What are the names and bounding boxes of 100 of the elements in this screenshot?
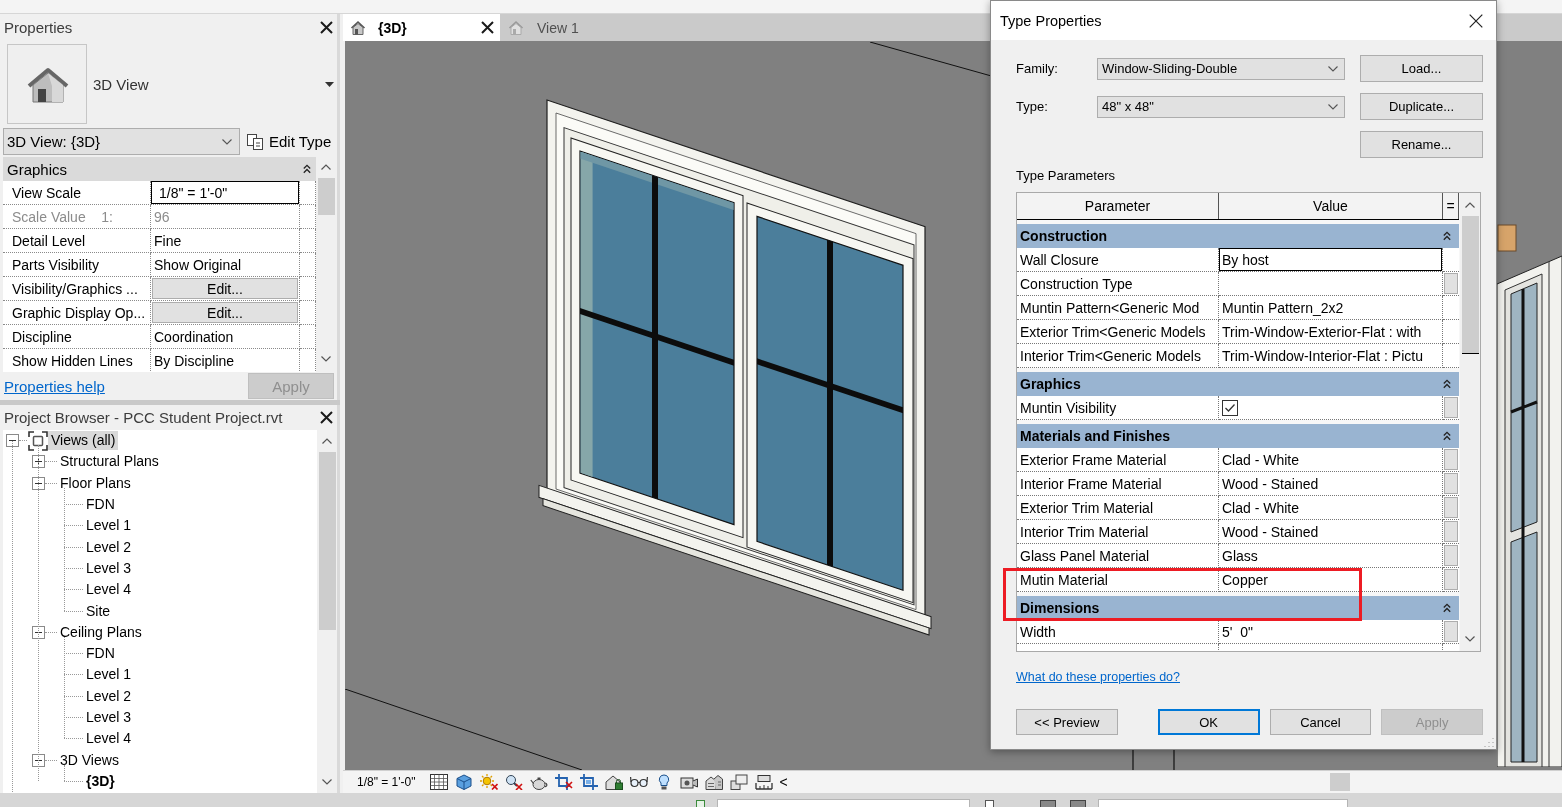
tree-item[interactable]: Level 3 <box>83 558 135 578</box>
status-field[interactable] <box>717 799 970 807</box>
help-link[interactable]: Properties help <box>4 377 105 395</box>
double-chevron-up-icon[interactable] <box>1443 431 1451 441</box>
property-name: Graphic Display Op... <box>3 301 151 325</box>
double-chevron-up-icon[interactable] <box>1443 603 1451 613</box>
edit-button[interactable]: Edit... <box>152 302 298 323</box>
edit-button[interactable]: Edit... <box>152 278 298 299</box>
section-label: Type Parameters <box>1016 169 1115 183</box>
status-field[interactable] <box>1098 799 1348 807</box>
window-icon[interactable] <box>1040 800 1056 807</box>
tree-item[interactable]: Level 1 <box>83 516 135 536</box>
tree-item[interactable]: Structural Plans <box>57 452 162 472</box>
tree-item[interactable]: Site <box>83 601 114 621</box>
close-icon[interactable] <box>320 411 333 424</box>
tree-item[interactable]: 3D Views <box>57 750 122 770</box>
view-tab[interactable]: {3D} <box>343 14 500 41</box>
tree-item[interactable]: FDN <box>83 495 118 515</box>
bar-toggle[interactable]: < <box>779 774 788 790</box>
tree-item[interactable]: Level 3 <box>83 708 135 727</box>
checkbox[interactable] <box>1222 399 1238 416</box>
building-icon[interactable] <box>704 774 723 790</box>
view-scale-control[interactable]: 1/8" = 1'-0" <box>357 775 416 789</box>
double-chevron-up-icon[interactable] <box>303 164 311 174</box>
close-icon[interactable] <box>320 20 333 34</box>
resize-grip-icon[interactable] <box>1484 737 1494 747</box>
double-chevron-up-icon[interactable] <box>1443 231 1451 241</box>
cube-icon[interactable] <box>454 774 473 790</box>
vertical-scrollbar[interactable] <box>1460 193 1480 651</box>
collapse-icon[interactable] <box>32 625 45 639</box>
scrollbar-thumb[interactable] <box>1330 773 1350 791</box>
field-label: Type: <box>1016 99 1049 114</box>
close-icon[interactable] <box>1469 13 1483 28</box>
collapse-icon[interactable] <box>6 434 19 448</box>
collapse-icon[interactable] <box>32 753 45 767</box>
help-link[interactable]: What do these properties do? <box>1016 670 1180 684</box>
tree-item[interactable]: Ceiling Plans <box>57 622 145 642</box>
chevron-up-icon[interactable] <box>321 164 331 170</box>
view-tab[interactable]: View 1 <box>505 14 585 41</box>
group-header[interactable]: Graphics <box>1017 372 1459 396</box>
close-icon[interactable] <box>481 21 494 34</box>
tree-item[interactable]: FDN <box>83 644 118 664</box>
dialog-button[interactable]: Rename... <box>1360 131 1483 158</box>
dialog-button[interactable]: << Preview <box>1016 709 1118 735</box>
chevron-down-icon <box>222 138 232 145</box>
value-field[interactable]: By host <box>1219 248 1443 272</box>
ruler-icon[interactable] <box>754 774 773 790</box>
dialog-button[interactable]: Duplicate... <box>1360 93 1483 120</box>
glasses-icon[interactable] <box>629 774 648 790</box>
dialog-button[interactable]: Load... <box>1360 55 1483 82</box>
tree-item[interactable]: Views (all) <box>48 431 119 451</box>
tree-item[interactable]: Floor Plans <box>57 473 134 493</box>
chevron-down-icon[interactable] <box>321 356 331 362</box>
sun-cross-icon[interactable] <box>479 774 498 790</box>
tree-item[interactable]: {3D} <box>83 771 118 791</box>
house-lock-icon[interactable] <box>604 774 623 790</box>
dialog-button[interactable]: OK <box>1157 709 1260 735</box>
dropdown-field[interactable]: Window-Sliding-Double <box>1097 57 1345 80</box>
tree-item[interactable]: Level 4 <box>83 729 135 749</box>
column-header[interactable]: = <box>1443 193 1459 219</box>
dialog-button[interactable]: Cancel <box>1269 709 1372 735</box>
magnifier-cross-icon[interactable] <box>504 774 523 790</box>
edit-type-button[interactable]: Edit Type <box>245 128 334 155</box>
chevron-down-icon[interactable] <box>1465 636 1475 642</box>
chevron-down-icon <box>1328 103 1338 110</box>
field-label: Family: <box>1016 61 1059 76</box>
collapse-icon[interactable] <box>32 476 45 490</box>
instance-dropdown[interactable]: 3D View: {3D} <box>3 128 240 155</box>
tree-item[interactable]: Level 2 <box>83 686 135 706</box>
model-edge-line <box>1132 750 1134 770</box>
camera-icon[interactable] <box>679 774 698 790</box>
chevron-up-icon[interactable] <box>1465 202 1475 208</box>
parameter-name: Muntin Visibility <box>1017 396 1219 420</box>
view-frame-icon <box>28 430 48 451</box>
group-header[interactable]: Dimensions <box>1017 596 1459 620</box>
dropdown-caret-icon[interactable] <box>325 81 334 87</box>
crop-icon[interactable] <box>579 774 598 790</box>
group-header[interactable]: Construction <box>1017 224 1459 248</box>
tree-item[interactable]: Level 4 <box>83 580 135 600</box>
group-header[interactable]: Graphics <box>3 157 316 181</box>
chevron-down-icon[interactable] <box>322 779 332 785</box>
column-header[interactable]: Parameter <box>1017 193 1219 219</box>
boxes-icon[interactable] <box>729 774 748 790</box>
value-field[interactable]: 1/8" = 1'-0" <box>151 181 300 205</box>
crop-cross-icon[interactable] <box>554 774 573 790</box>
tree-item[interactable]: Level 1 <box>83 665 135 685</box>
dropdown-field[interactable]: 48" x 48" <box>1097 95 1345 118</box>
scrollbar-thumb[interactable] <box>1461 216 1479 354</box>
group-header[interactable]: Materials and Finishes <box>1017 424 1459 448</box>
double-chevron-up-icon[interactable] <box>1443 379 1451 389</box>
type-selector[interactable]: 3D View <box>0 40 337 128</box>
checker-icon[interactable] <box>429 774 448 790</box>
scrollbar-thumb[interactable] <box>317 178 335 215</box>
tree-item[interactable]: Level 2 <box>83 537 135 557</box>
expand-icon[interactable] <box>32 455 45 469</box>
chevron-up-icon[interactable] <box>322 438 332 444</box>
window-icon[interactable] <box>1070 800 1086 807</box>
column-header[interactable]: Value <box>1219 193 1443 219</box>
scrollbar-thumb[interactable] <box>318 452 336 630</box>
property-value: Fine <box>151 229 300 253</box>
